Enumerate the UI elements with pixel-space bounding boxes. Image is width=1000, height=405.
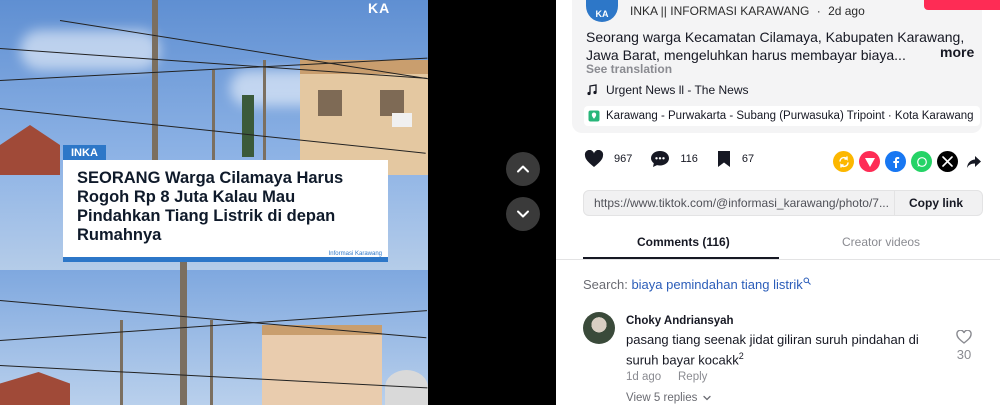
bamboo-pole: [120, 320, 123, 405]
like-count: 967: [614, 153, 633, 165]
search-prefix: Search:: [583, 277, 628, 292]
comment-like-button[interactable]: 30: [953, 330, 975, 362]
app-root: KA INKA SEORANG Warga Cilamaya Harus Rog…: [0, 0, 1000, 405]
share-link-bar: https://www.tiktok.com/@informasi_karawa…: [583, 190, 983, 216]
headline-card: SEORANG Warga Cilamaya Harus Rogoh Rp 8 …: [63, 160, 388, 262]
author-name[interactable]: INKA || INFORMASI KARAWANG · 2d ago: [630, 4, 865, 18]
save-button[interactable]: 67: [716, 150, 754, 168]
author-name-text: INKA || INFORMASI KARAWANG: [630, 4, 810, 18]
chevron-down-icon: [703, 395, 712, 401]
worker-figure: [242, 95, 254, 157]
music-note-icon: [587, 84, 597, 96]
author-avatar[interactable]: KA: [586, 0, 618, 22]
share-row: [828, 151, 984, 172]
comment-count: 116: [680, 153, 698, 165]
like-button[interactable]: 967: [584, 150, 632, 168]
share-url-field[interactable]: https://www.tiktok.com/@informasi_karawa…: [584, 196, 894, 210]
view-replies-link[interactable]: View 5 replies: [626, 392, 712, 404]
next-post-button[interactable]: [506, 197, 540, 231]
tab-comments[interactable]: Comments (116): [637, 235, 730, 249]
active-tab-indicator: [583, 257, 779, 259]
music-title: Urgent News ll - The News: [606, 83, 749, 97]
location-pin-icon: [588, 110, 600, 122]
bamboo-pole: [210, 320, 213, 405]
x-twitter-icon[interactable]: [937, 151, 958, 172]
bamboo-pole: [263, 60, 266, 170]
chevron-up-icon: [517, 165, 529, 173]
send-to-friends-icon[interactable]: [859, 151, 880, 172]
description-box: KA INKA || INFORMASI KARAWANG · 2d ago S…: [572, 0, 1000, 133]
media-viewer: KA INKA SEORANG Warga Cilamaya Harus Rog…: [0, 0, 556, 405]
see-translation-link[interactable]: See translation: [586, 62, 672, 76]
share-arrow-icon[interactable]: [963, 151, 984, 172]
post-info-panel: KA INKA || INFORMASI KARAWANG · 2d ago S…: [556, 0, 1000, 405]
comment-time: 1d ago: [626, 371, 662, 383]
post-description: Seorang warga Kecamatan Cilamaya, Kabupa…: [586, 29, 965, 63]
electric-pole: [152, 0, 158, 175]
view-replies-text: View 5 replies: [626, 392, 698, 404]
copy-link-button[interactable]: Copy link: [894, 191, 963, 215]
more-link[interactable]: more: [940, 44, 974, 60]
shophouse-building: [262, 325, 382, 405]
post-age: 2d ago: [828, 4, 865, 18]
electric-pole: [180, 258, 187, 405]
comment-body: pasang tiang seenak jidat giliran suruh …: [626, 332, 919, 368]
heart-icon: [584, 150, 604, 167]
whatsapp-icon[interactable]: [911, 151, 932, 172]
card-tag: INKA: [63, 145, 106, 161]
comment-superscript: 2: [738, 351, 744, 361]
repost-icon[interactable]: [833, 151, 854, 172]
location-text: Karawang - Purwakarta - Subang (Purwasuk…: [606, 110, 974, 122]
separator-dot: ·: [816, 4, 821, 18]
shophouse-roofline: [262, 325, 382, 335]
ac-unit: [392, 113, 412, 127]
bookmark-icon: [717, 151, 730, 167]
comment-like-count: 30: [956, 347, 972, 362]
window: [318, 90, 342, 116]
search-suggestion: Search: biaya pemindahan tiang listrik: [583, 277, 811, 292]
card-credit: Informasi Karawang: [328, 251, 382, 257]
watermark-logo: KA: [368, 0, 391, 16]
follow-button[interactable]: [924, 0, 1000, 10]
tab-creator-videos[interactable]: Creator videos: [842, 235, 920, 249]
facebook-icon[interactable]: [885, 151, 906, 172]
author-row: KA INKA || INFORMASI KARAWANG · 2d ago: [586, 0, 865, 22]
search-icon: [803, 277, 811, 285]
bamboo-pole: [212, 70, 215, 170]
headline-text: SEORANG Warga Cilamaya Harus Rogoh Rp 8 …: [77, 169, 344, 244]
search-term-text: biaya pemindahan tiang listrik: [631, 277, 803, 292]
commenter-avatar[interactable]: [583, 312, 615, 344]
save-count: 67: [741, 153, 755, 165]
chevron-down-icon: [517, 210, 529, 218]
location-chip[interactable]: Karawang - Purwakarta - Subang (Purwasuk…: [584, 106, 980, 126]
previous-post-button[interactable]: [506, 152, 540, 186]
commenter-name[interactable]: Choky Andriansyah: [626, 315, 734, 327]
search-term-link[interactable]: biaya pemindahan tiang listrik: [631, 277, 811, 292]
comment-text: pasang tiang seenak jidat giliran suruh …: [626, 331, 946, 368]
comment-bubble-icon: [651, 151, 670, 167]
reply-button[interactable]: Reply: [678, 371, 707, 383]
heart-outline-icon: [956, 330, 972, 344]
music-row[interactable]: Urgent News ll - The News: [586, 83, 749, 97]
red-roof-house: [0, 125, 60, 175]
comment-button[interactable]: 116: [650, 150, 698, 168]
comment-tabs: Comments (116) Creator videos: [556, 228, 1000, 260]
actions-row: 967 116 67: [584, 150, 772, 168]
